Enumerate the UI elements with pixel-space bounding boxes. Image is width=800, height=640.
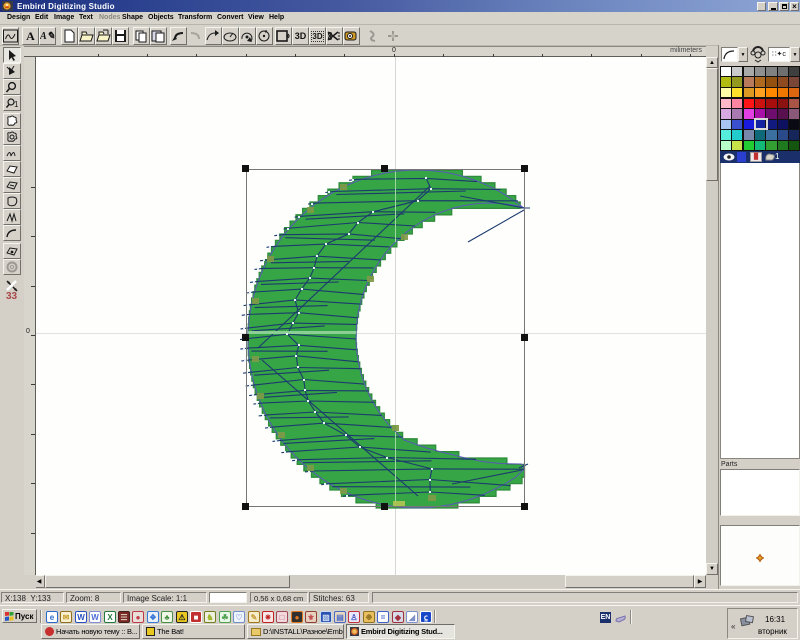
svg-text:1: 1 — [14, 100, 19, 109]
